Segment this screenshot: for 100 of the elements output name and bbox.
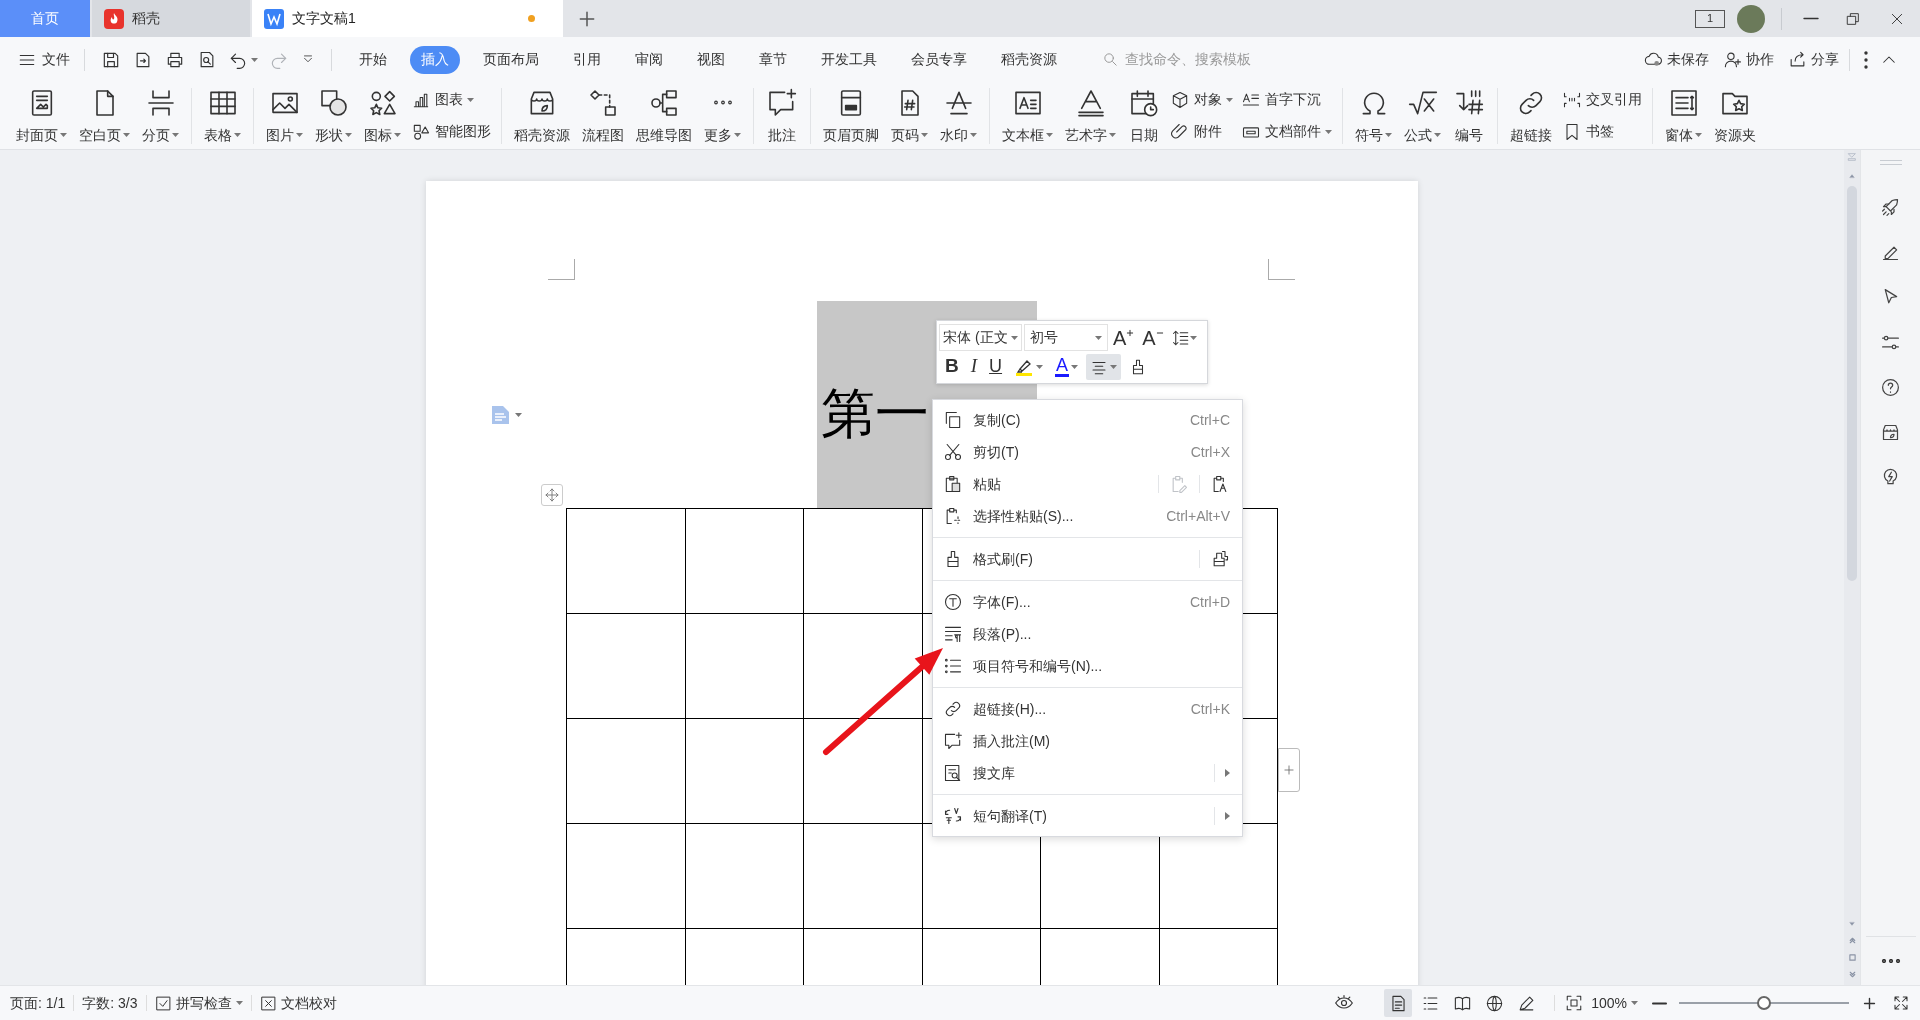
ribbon-button[interactable]: 分页 (136, 84, 185, 147)
menu-item[interactable]: 插入批注(M) (933, 725, 1242, 757)
plus-icon (1282, 763, 1296, 777)
zoom-level-dropdown[interactable]: 100% (1591, 992, 1638, 1014)
fit-page-button[interactable] (1565, 994, 1584, 1012)
ribbon-button[interactable]: 艺术字 (1059, 84, 1122, 147)
format-button[interactable]: A (1139, 324, 1167, 351)
ribbon-button[interactable]: 编号 (1447, 84, 1491, 147)
ribbon-button[interactable]: 形状 (309, 84, 358, 147)
ribbon-button[interactable]: 符号 (1349, 84, 1398, 147)
ribbon-button[interactable]: 批注 (760, 84, 804, 147)
ribbon-tab[interactable]: 审阅 (624, 45, 674, 74)
menu-item[interactable]: 段落(P)... (933, 618, 1242, 650)
ribbon-tab[interactable]: 引用 (562, 45, 612, 74)
ribbon-button[interactable]: 图片 (260, 84, 309, 147)
ribbon-small-button[interactable]: 对象 (1170, 87, 1233, 112)
toolbar-action-button[interactable]: 协作 (1723, 49, 1774, 70)
ribbon-button[interactable]: 日期 (1122, 84, 1166, 147)
ribbon-small-button[interactable]: 附件 (1170, 119, 1233, 144)
ribbon-button[interactable]: 页眉页脚 (817, 84, 885, 147)
comment-icon (943, 731, 963, 751)
menu-item[interactable]: 粘贴 (933, 468, 1242, 500)
proofread-button[interactable]: 文档校对 (259, 992, 337, 1014)
heading-text: 第一 (821, 383, 929, 445)
corner-mark (548, 259, 575, 280)
ribbon-button[interactable]: 资源夹 (1708, 84, 1762, 147)
vertical-scrollbar[interactable] (1844, 150, 1860, 985)
view-mode-button[interactable] (1384, 989, 1413, 1017)
menu-item[interactable]: 超链接(H)... Ctrl+K (933, 693, 1242, 725)
zoom-slider[interactable] (1679, 995, 1849, 1011)
ribbon-tab[interactable]: 章节 (748, 45, 798, 74)
ribbon-small-button[interactable]: 图表 (411, 87, 491, 112)
file-menu-button[interactable]: 文件 (14, 49, 74, 70)
menu-item[interactable]: 复制(C) Ctrl+C (933, 404, 1242, 436)
share-icon (1788, 50, 1807, 69)
format-button[interactable]: A (1110, 324, 1138, 351)
format-button[interactable]: A (1051, 353, 1083, 380)
ribbon-button[interactable]: 窗体 (1659, 84, 1708, 147)
ribbon-small-button[interactable]: 交叉引用 (1562, 87, 1642, 112)
format-button[interactable]: U (985, 353, 1007, 380)
menu-item[interactable]: 搜文库 (933, 757, 1242, 789)
flame-logo-icon (104, 8, 124, 29)
table-move-handle[interactable] (541, 484, 563, 506)
rocket-icon (1880, 197, 1901, 218)
zoom-slider-thumb[interactable] (1757, 996, 1771, 1010)
font-size-dropdown[interactable]: 初号 (1024, 324, 1108, 351)
menu-item[interactable]: 格式刷(F) (933, 543, 1242, 575)
ribbon-tab[interactable]: 视图 (686, 45, 736, 74)
ribbon-button[interactable]: 空白页 (73, 84, 136, 147)
caret-icon (515, 413, 522, 417)
toolbar-action-button[interactable]: 分享 (1788, 49, 1839, 70)
ribbon-tab[interactable]: 开发工具 (810, 45, 888, 74)
spell-check-button[interactable]: 拼写检查 (154, 992, 243, 1014)
screen-mode-icon[interactable]: 1 (1695, 9, 1725, 28)
paragraph-tool-icon[interactable] (492, 406, 522, 424)
ribbon-button[interactable]: 超链接 (1504, 84, 1558, 147)
ribbon-small-button[interactable]: 文档部件 (1241, 119, 1332, 144)
ribbon-small-button[interactable]: 首字下沉 (1241, 87, 1332, 112)
ruler-toggle-icon (1847, 152, 1857, 162)
ribbon-button[interactable]: 页码 (885, 84, 934, 147)
ribbon-tab[interactable]: 稻壳资源 (990, 45, 1068, 74)
ribbon-button[interactable]: 图标 (358, 84, 407, 147)
ribbon-small-button[interactable]: 智能图形 (411, 119, 491, 144)
ribbon-button[interactable]: 封面页 (10, 84, 73, 147)
menu-item[interactable]: 字体(F)... Ctrl+D (933, 586, 1242, 618)
format-button[interactable]: I (966, 353, 982, 380)
fullscreen-button[interactable] (1892, 994, 1910, 1012)
ribbon-button[interactable]: 公式 (1398, 84, 1447, 147)
avatar[interactable] (1737, 4, 1765, 33)
ribbon-button[interactable]: 流程图 (576, 84, 630, 147)
format-button[interactable] (1086, 353, 1122, 380)
ribbon-tab[interactable]: 页面布局 (472, 45, 550, 74)
menu-item[interactable]: 短句翻译(T) (933, 800, 1242, 832)
font-name-dropdown[interactable]: 宋体 (正文 (939, 324, 1022, 351)
clipboard-icon (943, 474, 963, 494)
scroll-up-icon (1848, 172, 1856, 180)
menu-item[interactable]: 剪切(T) Ctrl+X (933, 436, 1242, 468)
plus-icon (1126, 328, 1135, 337)
ribbon-button[interactable]: 思维导图 (630, 84, 698, 147)
shortcut-text: Ctrl+C (1189, 410, 1230, 430)
ribbon-button[interactable]: 稻壳资源 (508, 84, 576, 147)
search-icon (1102, 51, 1119, 68)
menu-item[interactable]: 选择性粘贴(S)... Ctrl+Alt+V (933, 500, 1242, 532)
tab[interactable]: 文字文稿1 (252, 0, 563, 37)
restore-icon (1845, 10, 1861, 27)
ribbon-button[interactable]: 文本框 (996, 84, 1059, 147)
menu-item[interactable]: 项目符号和编号(N)... (933, 650, 1242, 682)
ribbon-tab[interactable]: 会员专享 (900, 45, 978, 74)
ribbon-button[interactable]: 更多 (698, 84, 747, 147)
tab[interactable]: 稻壳 (92, 0, 250, 37)
zoom-out-button[interactable] (1652, 1001, 1667, 1005)
format-button[interactable]: B (941, 353, 963, 380)
toolbar-action-button[interactable]: 未保存 (1644, 49, 1709, 70)
link-icon (943, 699, 963, 719)
ribbon-small-button[interactable]: 书签 (1562, 119, 1642, 144)
ribbon-button[interactable]: 表格 (198, 84, 247, 147)
ribbon-button[interactable]: 水印 (934, 84, 983, 147)
fullscreen-icon (1892, 994, 1910, 1012)
font-icon (943, 592, 963, 612)
ribbon-tab[interactable]: 开始 (348, 45, 398, 74)
